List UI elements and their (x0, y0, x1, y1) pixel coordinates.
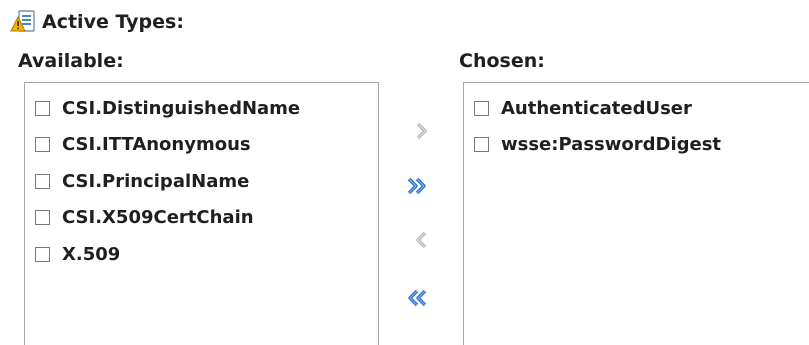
available-item-label: CSI.PrincipalName (62, 170, 250, 192)
available-item[interactable]: X.509 (35, 241, 120, 267)
move-all-button[interactable] (403, 171, 433, 201)
section-title: Active Types: (42, 11, 184, 33)
checkbox[interactable] (35, 100, 50, 116)
chosen-list[interactable]: AuthenticatedUser wsse:PasswordDigest (463, 82, 809, 345)
available-label: Available: (18, 50, 124, 72)
checkbox[interactable] (474, 100, 489, 116)
available-item[interactable]: CSI.PrincipalName (35, 168, 249, 194)
available-item[interactable]: CSI.X509CertChain (35, 204, 254, 230)
available-item-label: CSI.ITTAnonymous (62, 133, 251, 155)
checkbox[interactable] (35, 209, 50, 225)
chosen-label: Chosen: (459, 50, 545, 72)
available-item[interactable]: CSI.ITTAnonymous (35, 131, 251, 157)
double-chevron-right-icon (407, 177, 426, 195)
available-list[interactable]: CSI.DistinguishedName CSI.ITTAnonymous C… (24, 82, 379, 345)
chosen-item[interactable]: AuthenticatedUser (474, 95, 692, 121)
chevron-right-icon (416, 122, 427, 140)
remove-selected-button[interactable] (406, 225, 436, 255)
available-item-label: X.509 (62, 243, 121, 265)
checkbox[interactable] (35, 246, 50, 262)
section-header: Active Types: (10, 8, 184, 36)
chosen-item-label: AuthenticatedUser (501, 97, 692, 119)
shuttle-panel: Active Types: Available: Chosen: CSI.Dis… (0, 0, 809, 345)
available-item[interactable]: CSI.DistinguishedName (35, 95, 300, 121)
chosen-item-label: wsse:PasswordDigest (501, 133, 722, 155)
chosen-item[interactable]: wsse:PasswordDigest (474, 131, 721, 157)
double-chevron-left-icon (408, 289, 427, 307)
checkbox[interactable] (35, 136, 50, 152)
checkbox[interactable] (474, 136, 489, 152)
chevron-left-icon (416, 231, 427, 249)
move-selected-button[interactable] (407, 116, 437, 146)
checkbox[interactable] (35, 173, 50, 189)
warning-list-icon (10, 9, 36, 35)
remove-all-button[interactable] (401, 283, 431, 313)
available-item-label: CSI.DistinguishedName (62, 97, 301, 119)
available-item-label: CSI.X509CertChain (62, 206, 254, 228)
